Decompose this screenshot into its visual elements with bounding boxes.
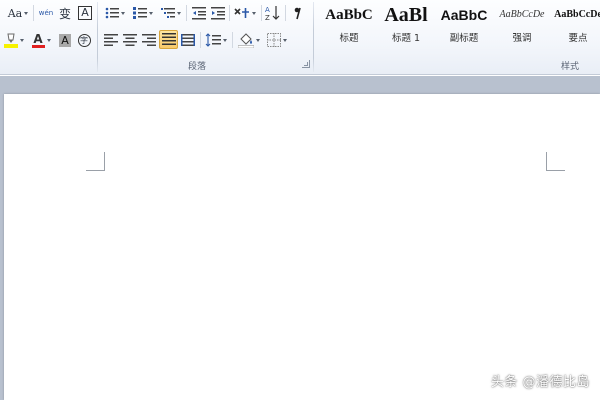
chinese-layout-button[interactable] bbox=[232, 4, 258, 22]
line-spacing-icon bbox=[205, 33, 221, 47]
paragraph-dialog-launcher[interactable] bbox=[302, 60, 310, 68]
bullets-button[interactable] bbox=[102, 4, 128, 22]
style-strong[interactable]: AaBbCcDe 要点 bbox=[552, 2, 600, 46]
text-highlight-button[interactable] bbox=[2, 31, 26, 49]
style-subtitle[interactable]: AaBbC 副标题 bbox=[436, 2, 492, 46]
style-title-name: 标题 bbox=[339, 33, 359, 44]
paint-bucket-icon bbox=[238, 32, 254, 48]
styles-group-label: 样式 bbox=[561, 62, 580, 72]
enclose-char-button[interactable]: 字 bbox=[76, 31, 92, 49]
style-subtitle-sample: AaBbC bbox=[440, 7, 488, 23]
chevron-down-icon bbox=[24, 11, 29, 15]
style-heading-1-name: 标题 1 bbox=[391, 33, 421, 44]
divider bbox=[33, 5, 34, 21]
shading-button[interactable] bbox=[236, 31, 262, 49]
document-area bbox=[0, 76, 600, 400]
change-case-label: Aa bbox=[7, 6, 23, 20]
enclose-char-icon: 字 bbox=[77, 33, 91, 47]
divider bbox=[229, 5, 230, 21]
sort-icon: A Z bbox=[265, 6, 280, 21]
divider bbox=[186, 5, 187, 21]
style-emphasis[interactable]: AaBbCcDe 强调 bbox=[494, 2, 550, 46]
style-emphasis-name: 强调 bbox=[512, 33, 532, 44]
divider bbox=[232, 32, 233, 48]
decrease-indent-icon bbox=[192, 7, 206, 20]
align-right-button[interactable] bbox=[140, 31, 158, 49]
paragraph-mark-icon bbox=[294, 7, 301, 20]
align-center-button[interactable] bbox=[121, 31, 139, 49]
group-divider bbox=[313, 2, 314, 72]
multilevel-list-icon bbox=[161, 8, 175, 18]
char-shading-icon: A bbox=[59, 33, 71, 47]
show-marks-button[interactable] bbox=[290, 4, 306, 22]
bullets-icon bbox=[105, 7, 119, 19]
justify-icon bbox=[161, 33, 176, 45]
font-color-swatch bbox=[31, 44, 45, 48]
style-emphasis-sample: AaBbCcDe bbox=[499, 9, 545, 20]
style-strong-sample: AaBbCcDe bbox=[554, 9, 600, 20]
char-shading-button[interactable]: A bbox=[57, 31, 73, 49]
align-center-icon bbox=[123, 33, 137, 46]
distributed-button[interactable] bbox=[179, 31, 197, 49]
decrease-indent-button[interactable] bbox=[190, 4, 208, 22]
chinese-layout-icon bbox=[234, 8, 249, 18]
numbering-button[interactable] bbox=[130, 4, 156, 22]
chevron-down-icon bbox=[256, 38, 260, 42]
chevron-down-icon bbox=[223, 38, 227, 42]
style-subtitle-name: 副标题 bbox=[449, 33, 479, 44]
svg-text:A: A bbox=[265, 6, 270, 14]
group-divider bbox=[97, 2, 98, 72]
change-case-button[interactable]: Aa bbox=[6, 4, 30, 22]
increase-indent-button[interactable] bbox=[209, 4, 227, 22]
divider bbox=[261, 5, 262, 21]
chevron-down-icon bbox=[20, 38, 24, 42]
char-border-icon: A bbox=[78, 6, 92, 20]
margin-corner-top-left bbox=[86, 152, 105, 171]
convert-char-button[interactable]: 变 bbox=[57, 4, 73, 22]
font-color-button[interactable]: A bbox=[29, 31, 53, 49]
style-strong-name: 要点 bbox=[568, 33, 588, 44]
chevron-down-icon bbox=[177, 11, 181, 15]
phonetic-guide-button[interactable]: wén bbox=[38, 4, 54, 22]
watermark: 头条 @潘德比岛 bbox=[490, 375, 590, 390]
distributed-icon bbox=[181, 33, 195, 46]
borders-icon bbox=[267, 33, 281, 47]
paragraph-group-label: 段落 bbox=[188, 62, 207, 72]
ribbon: Aa wén 变 A A A 字 A Z 段落 AaBbC 标题 AaBl 标题… bbox=[0, 0, 600, 75]
chevron-down-icon bbox=[283, 38, 287, 42]
justify-button[interactable] bbox=[159, 30, 178, 49]
style-title[interactable]: AaBbC 标题 bbox=[318, 2, 380, 46]
borders-button[interactable] bbox=[264, 31, 290, 49]
svg-text:Z: Z bbox=[265, 14, 270, 21]
chevron-down-icon bbox=[121, 11, 125, 15]
chevron-down-icon bbox=[252, 11, 256, 15]
align-right-icon bbox=[142, 33, 156, 46]
align-left-icon bbox=[104, 33, 118, 46]
numbering-icon bbox=[133, 7, 147, 19]
char-border-button[interactable]: A bbox=[77, 4, 93, 22]
multilevel-list-button[interactable] bbox=[158, 4, 184, 22]
margin-corner-top-right bbox=[546, 152, 565, 171]
line-spacing-button[interactable] bbox=[204, 31, 228, 49]
document-page[interactable] bbox=[4, 94, 600, 400]
style-title-sample: AaBbC bbox=[325, 7, 373, 23]
convert-char-icon: 变 bbox=[58, 6, 71, 21]
style-heading-1-sample: AaBl bbox=[384, 4, 428, 26]
style-heading-1[interactable]: AaBl 标题 1 bbox=[378, 2, 434, 46]
chevron-down-icon bbox=[46, 38, 51, 42]
highlighter-icon bbox=[4, 33, 18, 48]
align-left-button[interactable] bbox=[102, 31, 120, 49]
chevron-down-icon bbox=[149, 11, 153, 15]
phonetic-guide-icon: wén bbox=[38, 8, 54, 17]
divider bbox=[285, 5, 286, 21]
font-color-icon: A bbox=[33, 31, 43, 46]
divider bbox=[200, 32, 201, 48]
increase-indent-icon bbox=[211, 7, 225, 20]
sort-button[interactable]: A Z bbox=[264, 4, 282, 22]
